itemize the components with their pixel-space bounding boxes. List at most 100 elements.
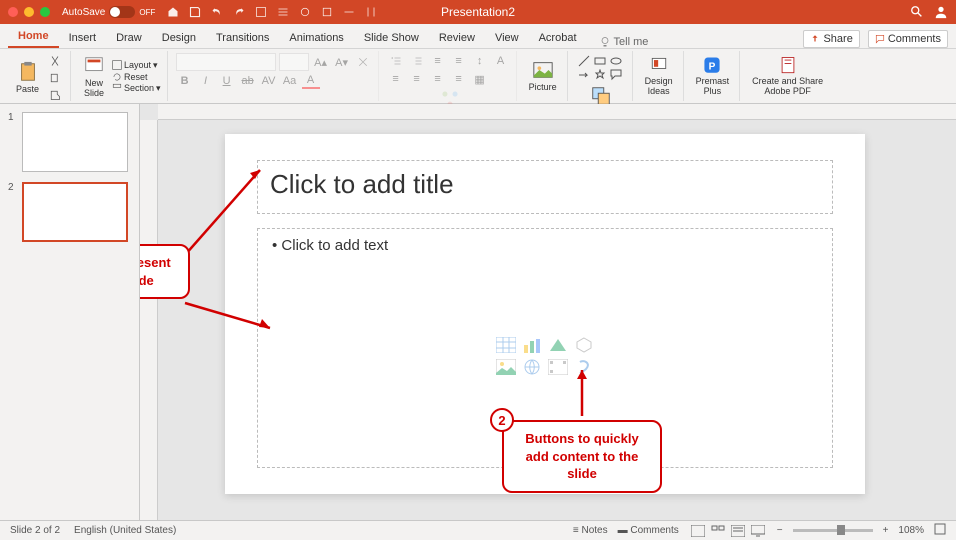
minimize-window-icon[interactable] [24, 7, 34, 17]
shapes-gallery[interactable] [576, 53, 626, 83]
insert-table-icon[interactable] [495, 336, 517, 354]
slide-canvas-area: Click to add title • Click to add text [140, 104, 956, 520]
thumbnail-2[interactable]: 2 [8, 182, 131, 242]
align-center-button[interactable]: ≡ [408, 71, 426, 87]
slide-counter[interactable]: Slide 2 of 2 [10, 525, 60, 536]
slideshow-view-button[interactable] [749, 524, 767, 538]
design-ideas-button[interactable]: Design Ideas [641, 53, 677, 99]
comments-button[interactable]: Comments [868, 30, 948, 48]
insert-picture-icon[interactable] [495, 358, 517, 376]
premast-button[interactable]: P Premast Plus [692, 53, 734, 99]
ribbon: Paste New Slide Layout ▾ Reset Section ▾ [0, 49, 956, 104]
tab-view[interactable]: View [485, 28, 529, 48]
decrease-font-button[interactable]: A▾ [333, 54, 351, 70]
reset-button[interactable]: Reset [112, 72, 161, 82]
comments-toggle[interactable]: ▬ Comments [618, 525, 679, 536]
zoom-out-button[interactable]: − [777, 525, 783, 536]
normal-view-button[interactable] [689, 524, 707, 538]
qat-icon-4[interactable] [321, 6, 333, 18]
maximize-window-icon[interactable] [40, 7, 50, 17]
insert-video-icon[interactable] [547, 358, 569, 376]
redo-icon[interactable] [233, 6, 245, 18]
numbering-button[interactable] [408, 53, 426, 69]
notes-toggle[interactable]: ≡ Notes [573, 525, 608, 536]
zoom-in-button[interactable]: + [883, 525, 889, 536]
layout-button[interactable]: Layout ▾ [112, 60, 161, 71]
annotation-2-arrow [572, 364, 592, 420]
section-button[interactable]: Section ▾ [112, 83, 161, 94]
tab-transitions[interactable]: Transitions [206, 28, 279, 48]
sorter-view-button[interactable] [709, 524, 727, 538]
tab-draw[interactable]: Draw [106, 28, 152, 48]
save-icon[interactable] [189, 6, 201, 18]
text-direction-button[interactable]: A [492, 53, 510, 69]
qat-icon-1[interactable] [255, 6, 267, 18]
qat-icon-5[interactable] [343, 6, 355, 18]
clear-format-button[interactable] [354, 54, 372, 70]
shape-line-icon [578, 55, 590, 67]
cut-button[interactable] [46, 53, 64, 69]
document-title: Presentation2 [441, 5, 515, 19]
tell-me-search[interactable]: Tell me [599, 36, 649, 48]
copy-button[interactable] [46, 70, 64, 86]
tab-design[interactable]: Design [152, 28, 206, 48]
tab-animations[interactable]: Animations [279, 28, 353, 48]
increase-font-button[interactable]: A▴ [312, 54, 330, 70]
zoom-level[interactable]: 108% [898, 525, 924, 536]
qat-icon-6[interactable] [365, 6, 377, 18]
user-icon[interactable] [934, 5, 948, 19]
close-window-icon[interactable] [8, 7, 18, 17]
font-color-button[interactable]: A [302, 73, 320, 89]
line-spacing-button[interactable]: ↕ [471, 53, 489, 69]
paste-button[interactable]: Paste [12, 53, 43, 103]
justify-button[interactable]: ≡ [450, 71, 468, 87]
qat-icon-3[interactable] [299, 6, 311, 18]
indent-inc-button[interactable]: ≡ [450, 53, 468, 69]
annotation-2: 2 Buttons to quickly add content to the … [502, 420, 662, 493]
bold-button[interactable]: B [176, 73, 194, 89]
fit-to-window-button[interactable] [934, 523, 946, 538]
insert-3d-icon[interactable] [573, 336, 595, 354]
thumbnail-1[interactable]: 1 [8, 112, 131, 172]
bullets-button[interactable] [387, 53, 405, 69]
tab-review[interactable]: Review [429, 28, 485, 48]
annotation-1-arrow-up [180, 160, 270, 270]
autosave-toggle[interactable]: AutoSave OFF [62, 6, 155, 18]
align-right-button[interactable]: ≡ [429, 71, 447, 87]
tab-acrobat[interactable]: Acrobat [529, 28, 587, 48]
insert-chart-icon[interactable] [521, 336, 543, 354]
tab-slideshow[interactable]: Slide Show [354, 28, 429, 48]
qat-icon-2[interactable] [277, 6, 289, 18]
picture-button[interactable]: Picture [525, 53, 561, 99]
tab-insert[interactable]: Insert [59, 28, 107, 48]
adobe-pdf-button[interactable]: Create and Share Adobe PDF [748, 53, 827, 99]
undo-icon[interactable] [211, 6, 223, 18]
autosave-switch[interactable] [109, 6, 135, 18]
insert-online-icon[interactable] [521, 358, 543, 376]
insert-smartart-icon[interactable] [547, 336, 569, 354]
status-bar: Slide 2 of 2 English (United States) ≡ N… [0, 520, 956, 540]
font-selector[interactable] [176, 53, 276, 71]
reading-view-button[interactable] [729, 524, 747, 538]
align-left-button[interactable]: ≡ [387, 71, 405, 87]
search-icon[interactable] [910, 5, 924, 19]
format-painter-button[interactable] [46, 87, 64, 103]
slides-group: New Slide Layout ▾ Reset Section ▾ [73, 51, 168, 101]
language-indicator[interactable]: English (United States) [74, 525, 176, 536]
italic-button[interactable]: I [197, 73, 215, 89]
underline-button[interactable]: U [218, 73, 236, 89]
char-spacing-button[interactable]: Aa [281, 73, 299, 89]
font-size-selector[interactable] [279, 53, 309, 71]
home-icon[interactable] [167, 6, 179, 18]
title-placeholder[interactable]: Click to add title [257, 160, 833, 214]
columns-button[interactable]: ▦ [471, 71, 489, 87]
indent-dec-button[interactable]: ≡ [429, 53, 447, 69]
tab-home[interactable]: Home [8, 26, 59, 48]
zoom-slider[interactable] [793, 529, 873, 532]
strike-button[interactable]: ab [239, 73, 257, 89]
new-slide-button[interactable]: New Slide [79, 53, 109, 101]
share-button[interactable]: Share [803, 30, 859, 48]
shadow-button[interactable]: AV [260, 73, 278, 89]
share-icon [810, 34, 820, 44]
adobe-group: Create and Share Adobe PDF [742, 51, 833, 101]
